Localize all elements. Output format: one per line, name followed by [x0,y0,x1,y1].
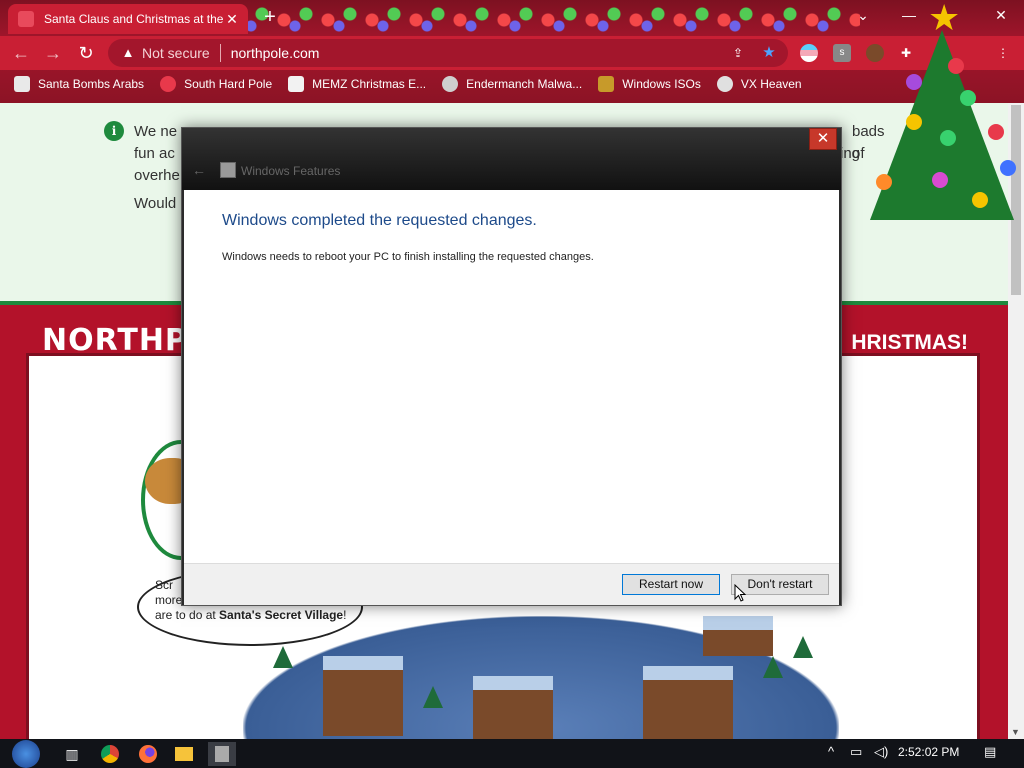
notice-question: Would [134,195,177,212]
ornament [876,174,892,190]
windows-features-icon [220,162,236,178]
chrome-icon[interactable] [98,742,122,766]
address-separator [219,44,221,62]
info-icon: i [104,121,124,141]
bookmark-item[interactable]: Windows ISOs [598,76,701,92]
new-tab-button[interactable]: + [258,6,282,30]
windows-features-taskbar-icon[interactable] [208,742,236,766]
bookmark-favicon-icon [442,76,459,92]
browser-tab-active[interactable]: Santa Claus and Christmas at the ✕ [8,4,248,34]
banner-title-right: HRISTMAS! [851,331,968,354]
village-house [473,676,553,739]
forward-arrow-icon[interactable]: → [40,40,66,66]
share-icon[interactable]: ⇪ [729,44,747,62]
ornament [1000,160,1016,176]
bookmark-favicon-icon [14,76,30,92]
village-illustration[interactable] [243,616,839,739]
scroll-down-arrow-icon[interactable]: ▼ [1011,727,1020,737]
pine-tree [763,656,783,678]
village-house [323,656,403,736]
volume-icon[interactable]: ◁) [874,744,888,760]
network-icon[interactable]: ▭ [850,744,862,760]
christmas-tree-decoration: ★ [862,0,1024,240]
ornament [906,114,922,130]
url-text[interactable]: northpole.com [231,45,320,61]
restart-now-button[interactable]: Restart now [622,574,720,595]
windows-features-dialog: ✕ ← Windows Features Windows completed t… [181,127,842,606]
pine-tree [273,646,293,668]
bookmark-item[interactable]: Endermanch Malwa... [442,76,582,92]
ornament [948,58,964,74]
tab-close-icon[interactable]: ✕ [224,11,240,28]
star-icon: ★ [928,0,961,38]
windows-taskbar: ▥ ^ ▭ ◁) 2:52:02 PM ▤ [0,739,1024,768]
firefox-icon[interactable] [136,742,160,766]
pine-tree [423,686,443,708]
ornament [972,192,988,208]
village-house [703,616,773,656]
dialog-titlebar[interactable]: ✕ ← Windows Features [182,128,841,190]
bookmark-star-icon[interactable]: ★ [760,44,778,62]
bookmark-item[interactable]: MEMZ Christmas E... [288,76,426,92]
warning-triangle-icon[interactable]: ▲ [120,45,136,61]
ornament [932,172,948,188]
dialog-body: Windows completed the requested changes.… [184,190,839,563]
santa-favicon-icon [18,11,34,27]
start-button-icon[interactable] [12,740,40,768]
show-hidden-icons-chevron-icon[interactable]: ^ [828,744,834,759]
back-arrow-icon[interactable]: ← [8,40,34,66]
flag-extension-icon[interactable] [800,44,818,62]
ornament [906,74,922,90]
dialog-heading: Windows completed the requested changes. [222,212,537,229]
dialog-window-name: Windows Features [241,164,341,178]
bookmark-favicon-icon [288,76,305,92]
bookmark-favicon-icon [716,76,733,92]
notifications-icon[interactable]: ▤ [984,744,996,760]
ornament [960,90,976,106]
taskbar-clock[interactable]: 2:52:02 PM [898,745,959,759]
s-extension-icon[interactable]: s [833,44,851,62]
not-secure-label[interactable]: Not secure [142,45,210,61]
bookmark-item[interactable]: South Hard Pole [160,76,272,92]
bookmark-item[interactable]: VX Heaven [716,76,802,92]
ornament [988,124,1004,140]
file-explorer-icon[interactable] [172,742,196,766]
bookmark-favicon-icon [598,76,615,92]
christmas-lights-decoration [230,0,860,34]
bookmark-item[interactable]: Santa Bombs Arabs [14,76,144,92]
tab-title: Santa Claus and Christmas at the [44,12,224,26]
village-house [643,666,733,739]
address-bar[interactable]: ▲ Not secure northpole.com [108,39,788,67]
dialog-close-button[interactable]: ✕ [809,128,837,150]
dialog-back-arrow-icon[interactable]: ← [192,162,206,178]
pine-tree [793,636,813,658]
dialog-message: Windows needs to reboot your PC to finis… [222,251,594,263]
ornament [940,130,956,146]
task-view-icon[interactable]: ▥ [60,742,84,766]
bookmark-favicon-icon [160,76,177,92]
reload-icon[interactable]: ↻ [73,40,99,66]
